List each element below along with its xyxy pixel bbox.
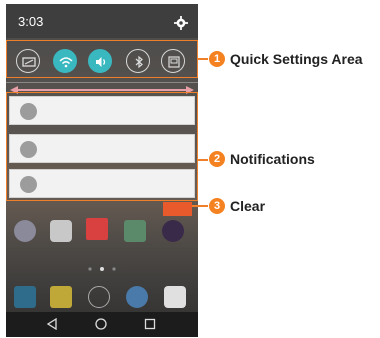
callout-leader bbox=[198, 159, 208, 161]
apps-folder-icon[interactable] bbox=[162, 220, 184, 242]
callout-label: Notifications bbox=[230, 151, 315, 167]
page-indicator bbox=[88, 267, 116, 271]
home-icon[interactable] bbox=[95, 318, 107, 330]
gear-icon[interactable] bbox=[174, 16, 188, 30]
browser-app-icon[interactable] bbox=[126, 286, 148, 308]
notifications-highlight bbox=[6, 92, 198, 201]
play-store-icon[interactable] bbox=[124, 220, 146, 242]
callout-number: 3 bbox=[209, 198, 225, 214]
recents-icon[interactable] bbox=[144, 318, 156, 330]
clear-button[interactable] bbox=[163, 202, 192, 216]
divider bbox=[6, 82, 198, 83]
back-icon[interactable] bbox=[46, 318, 58, 330]
callout-number: 2 bbox=[209, 151, 225, 167]
navigation-bar bbox=[6, 312, 198, 337]
callout-label: Clear bbox=[230, 198, 266, 214]
email-app-icon[interactable] bbox=[50, 220, 72, 242]
callout-label: Quick Settings Area bbox=[230, 51, 363, 67]
contacts-app-icon[interactable] bbox=[14, 220, 36, 242]
status-bar: 3:03 bbox=[6, 4, 198, 38]
app-drawer-icon[interactable] bbox=[88, 286, 110, 308]
clock: 3:03 bbox=[18, 14, 44, 29]
callout-leader bbox=[192, 205, 208, 207]
callout-leader bbox=[198, 58, 208, 60]
quick-settings-highlight bbox=[6, 40, 198, 78]
callout-number: 1 bbox=[209, 51, 225, 67]
messaging-app-icon[interactable] bbox=[50, 286, 72, 308]
calendar-app-icon[interactable] bbox=[86, 218, 108, 240]
phone-app-icon[interactable] bbox=[14, 286, 36, 308]
camera-app-icon[interactable] bbox=[164, 286, 186, 308]
